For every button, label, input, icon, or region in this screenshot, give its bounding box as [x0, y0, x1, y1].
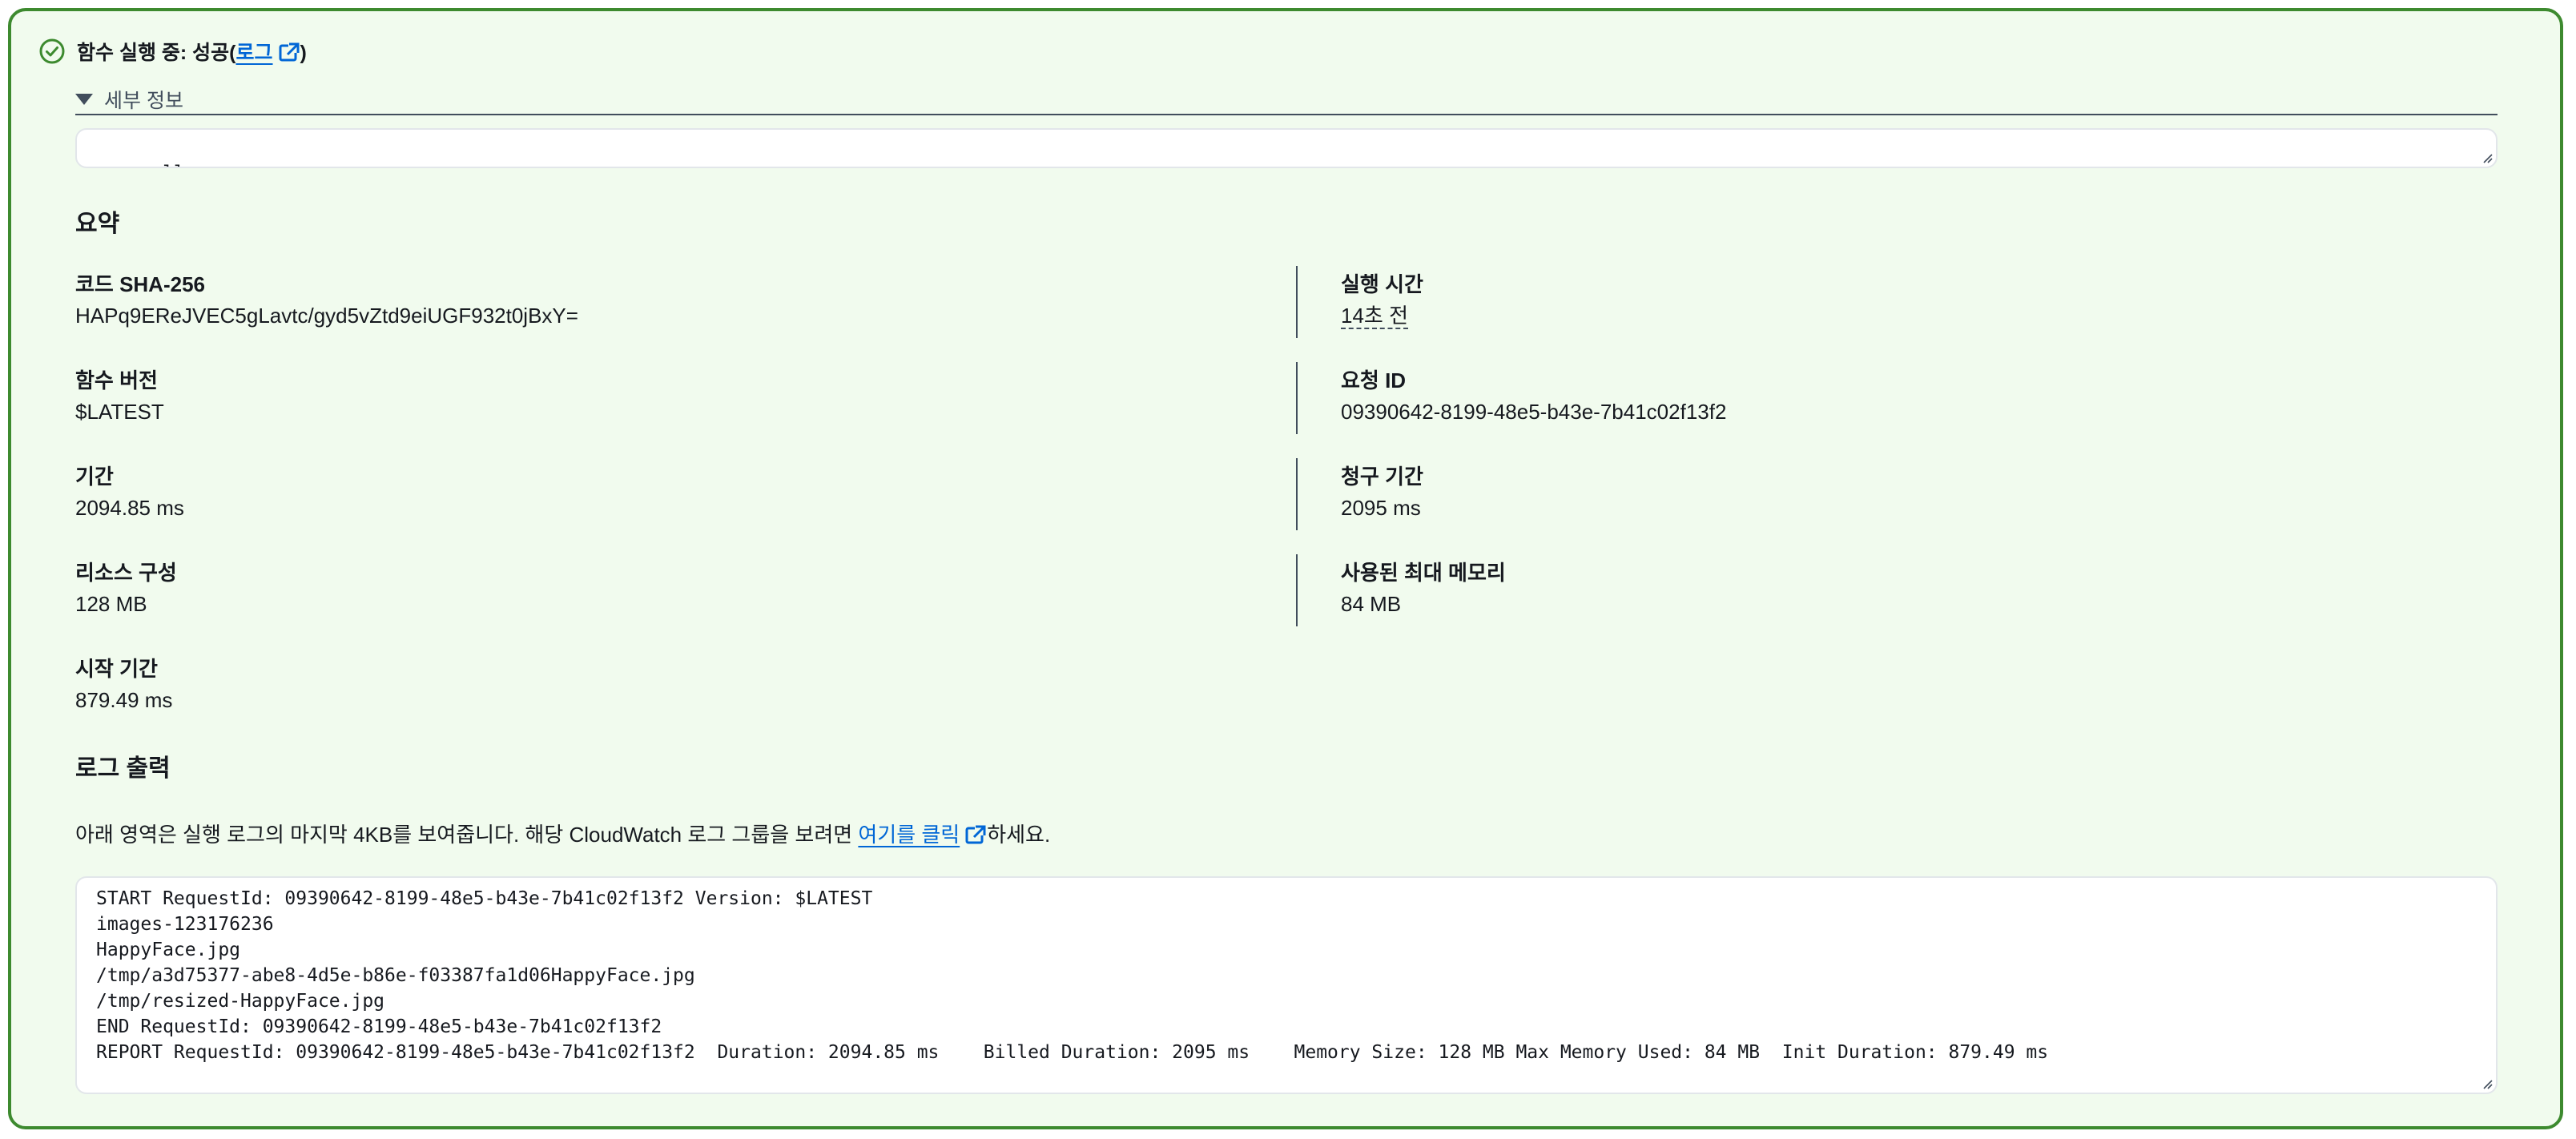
status-title: 함수 실행 중: 성공(로그): [77, 37, 307, 66]
summary-label: 코드 SHA-256: [75, 272, 205, 296]
details-toggle-label: 세부 정보: [104, 90, 183, 112]
summary-value: 2094.85 ms: [75, 496, 184, 520]
details-divider: [75, 114, 2498, 115]
log-output-description: 아래 영역은 실행 로그의 마지막 4KB를 보여줍니다. 해당 CloudWa…: [75, 819, 1050, 848]
cloudwatch-link[interactable]: 여기를 클릭: [858, 823, 987, 847]
log-line: END RequestId: 09390642-8199-48e5-b43e-7…: [96, 1016, 662, 1037]
log-line: START RequestId: 09390642-8199-48e5-b43e…: [96, 888, 873, 909]
summary-item-executed-at: 실행 시간 14초 전: [1341, 269, 1423, 332]
log-link-label: 로그: [235, 42, 273, 64]
summary-label: 시작 기간: [75, 657, 158, 681]
summary-item-resources: 리소스 구성 128 MB: [75, 557, 177, 620]
caret-down-icon: [75, 94, 93, 105]
summary-item-init-duration: 시작 기간 879.49 ms: [75, 654, 172, 716]
log-output-heading: 로그 출력: [75, 755, 171, 782]
column-divider: [1296, 266, 1298, 338]
cloudwatch-link-label: 여기를 클릭: [858, 823, 960, 847]
summary-item-max-memory: 사용된 최대 메모리 84 MB: [1341, 557, 1506, 620]
summary-value: 2095 ms: [1341, 496, 1421, 520]
relative-time[interactable]: 14초 전: [1341, 304, 1408, 329]
summary-value: 09390642-8199-48e5-b43e-7b41c02f13f2: [1341, 400, 1727, 424]
summary-value: $LATEST: [75, 400, 164, 424]
summary-label: 청구 기간: [1341, 465, 1423, 489]
summary-label: 요청 ID: [1341, 368, 1407, 392]
summary-label: 리소스 구성: [75, 561, 177, 585]
log-line: images-123176236: [96, 914, 274, 935]
summary-value: HAPq9EReJVEC5gLavtc/gyd5vZtd9eiUGF932t0j…: [75, 304, 578, 328]
check-circle-icon: [39, 38, 65, 64]
description-text: 아래 영역은 실행 로그의 마지막 4KB를 보여줍니다. 해당 CloudWa…: [75, 823, 859, 847]
summary-heading: 요약: [75, 211, 120, 237]
resize-handle-icon[interactable]: [2481, 1078, 2493, 1089]
log-line: /tmp/a3d75377-abe8-4d5e-b86e-f03387fa1d0…: [96, 965, 695, 986]
description-text-end: 하세요.: [987, 823, 1051, 847]
column-divider: [1296, 458, 1298, 530]
log-line: /tmp/resized-HappyFace.jpg: [96, 991, 385, 1012]
log-line: REPORT RequestId: 09390642-8199-48e5-b43…: [96, 1042, 2049, 1063]
column-divider: [1296, 362, 1298, 434]
output-value: null: [140, 163, 184, 167]
summary-label: 기간: [75, 465, 114, 489]
summary-item-billed-duration: 청구 기간 2095 ms: [1341, 461, 1423, 524]
summary-label: 실행 시간: [1341, 272, 1423, 296]
column-divider: [1296, 554, 1298, 626]
external-link-icon: [965, 825, 987, 844]
resize-handle-icon[interactable]: [2481, 152, 2493, 163]
details-toggle[interactable]: 세부 정보: [75, 85, 183, 114]
log-line: HappyFace.jpg: [96, 940, 241, 960]
summary-item-function-version: 함수 버전 $LATEST: [75, 365, 164, 428]
summary-value: 84 MB: [1341, 592, 1402, 616]
summary-item-code-sha: 코드 SHA-256 HAPq9EReJVEC5gLavtc/gyd5vZtd9…: [75, 269, 578, 332]
status-prefix: 함수 실행 중: 성공(: [77, 42, 236, 64]
external-link-icon: [279, 42, 300, 62]
summary-label: 사용된 최대 메모리: [1341, 561, 1506, 585]
log-link[interactable]: 로그: [236, 42, 300, 64]
summary-value: 879.49 ms: [75, 688, 173, 712]
log-output-textarea[interactable]: START RequestId: 09390642-8199-48e5-b43e…: [75, 876, 2498, 1094]
summary-item-duration: 기간 2094.85 ms: [75, 461, 184, 524]
status-row: 함수 실행 중: 성공(로그): [38, 37, 307, 66]
summary-label: 함수 버전: [75, 368, 158, 392]
output-textarea[interactable]: null: [75, 128, 2498, 168]
status-suffix: ): [300, 42, 307, 64]
summary-value: 128 MB: [75, 592, 147, 616]
summary-item-request-id: 요청 ID 09390642-8199-48e5-b43e-7b41c02f13…: [1341, 365, 1726, 428]
execution-result-panel: 함수 실행 중: 성공(로그) 세부 정보 null 요약 코드 SHA-256…: [8, 8, 2563, 1129]
